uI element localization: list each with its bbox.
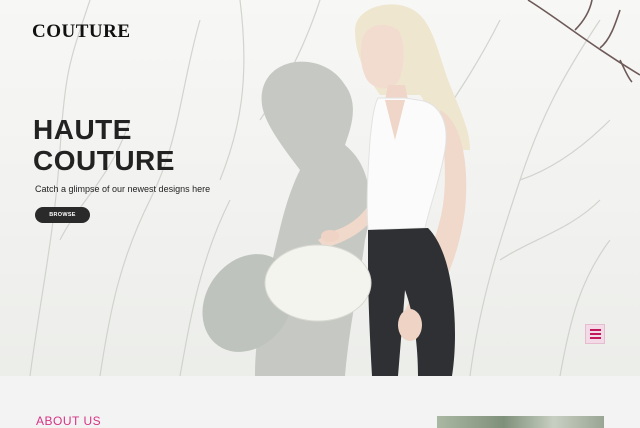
white-top (366, 97, 447, 231)
brand-logo[interactable]: COUTURE (32, 21, 131, 43)
browse-button[interactable]: BROWSE (35, 207, 90, 223)
headline-line-1: HAUTE (33, 114, 132, 145)
face (360, 24, 404, 89)
hamburger-menu-icon (589, 329, 601, 331)
hero-tagline: Catch a glimpse of our newest designs he… (35, 184, 211, 194)
branch-top-right (527, 0, 640, 83)
white-disc (264, 244, 372, 322)
hero-section: COUTURE HAUTE COUTURE Catch a glimpse of… (0, 0, 640, 376)
menu-toggle-button[interactable] (585, 324, 605, 344)
about-section: ABOUT US (0, 376, 640, 428)
right-hand (398, 309, 422, 341)
hamburger-menu-icon-bar (589, 337, 601, 339)
left-hand (321, 230, 339, 242)
hamburger-menu-icon-bar (589, 333, 601, 335)
hero-headline: HAUTE COUTURE (33, 114, 175, 176)
headline-line-2: COUTURE (33, 145, 175, 176)
about-image (437, 416, 604, 428)
